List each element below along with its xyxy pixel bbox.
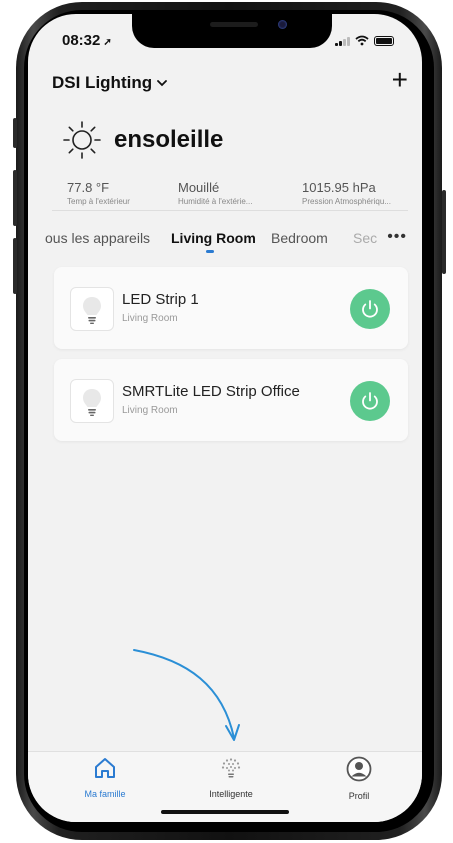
- bottom-nav: Ma famille Intelligente Profil: [28, 751, 422, 822]
- home-icon: [95, 758, 115, 778]
- home-indicator: [161, 810, 289, 814]
- profile-icon: [346, 756, 372, 782]
- nav-label: Ma famille: [84, 789, 126, 799]
- nav-label: Profil: [348, 791, 370, 801]
- annotation-arrow: [133, 649, 240, 741]
- nav-intelligente[interactable]: Intelligente: [186, 756, 276, 799]
- power-side-button: [442, 190, 446, 274]
- volume-up-button: [13, 170, 17, 226]
- app-screen: 08:32 ➚ DSI Lighting + ensoleille 77.8 °…: [28, 14, 422, 822]
- mute-switch: [13, 118, 17, 148]
- volume-down-button: [13, 238, 17, 294]
- nav-ma-famille[interactable]: Ma famille: [60, 756, 150, 799]
- smart-scene-icon: [221, 758, 241, 778]
- nav-label: Intelligente: [209, 789, 253, 799]
- nav-profil[interactable]: Profil: [314, 756, 404, 801]
